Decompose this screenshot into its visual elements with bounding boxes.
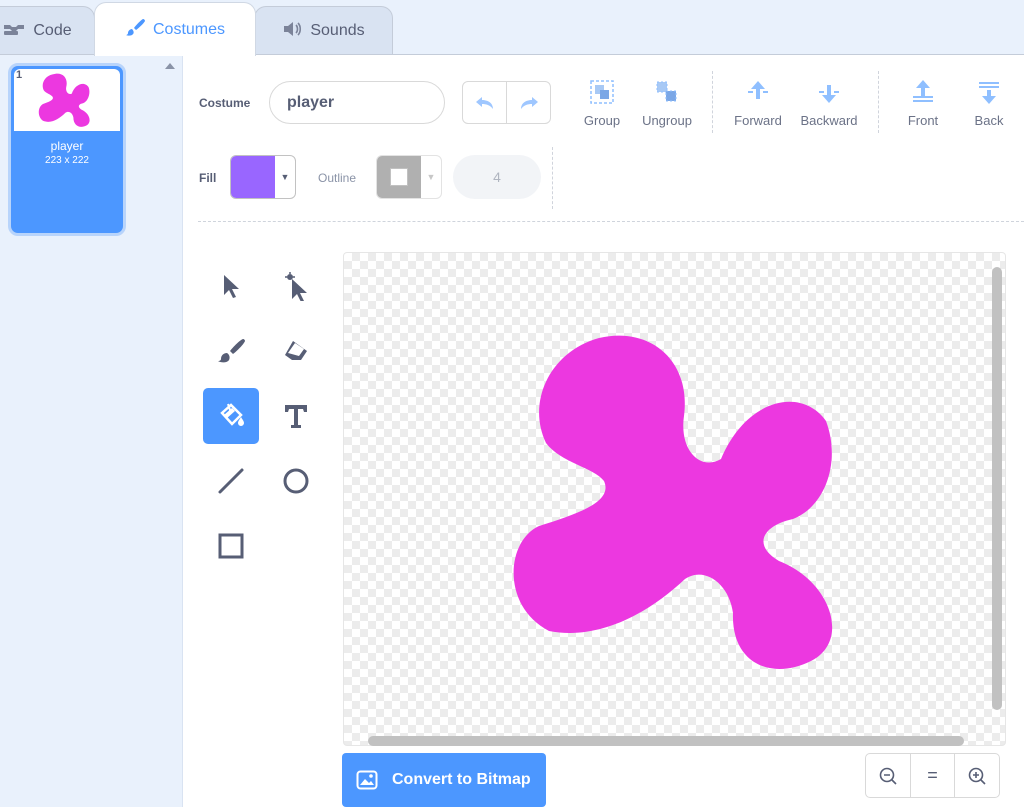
zoom-reset-button[interactable]: = <box>909 754 955 797</box>
select-arrow-icon <box>224 275 239 298</box>
costume-name-input[interactable]: player <box>269 81 445 124</box>
costume-list: 1 player 223 x 222 <box>0 55 158 807</box>
front-icon <box>913 80 933 102</box>
reshape-icon <box>285 272 307 301</box>
group-icon <box>590 80 614 104</box>
ungroup-label: Ungroup <box>642 113 692 128</box>
canvas-vertical-scrollbar[interactable] <box>992 267 1002 710</box>
tab-sounds[interactable]: Sounds <box>254 6 393 55</box>
back-icon <box>979 82 999 104</box>
zoom-out-button[interactable] <box>866 754 910 797</box>
fill-color-picker[interactable]: ▼ <box>230 155 296 199</box>
zoom-in-button[interactable] <box>954 754 999 797</box>
tab-sounds-label: Sounds <box>310 22 365 39</box>
fill-label: Fill <box>199 171 217 185</box>
convert-to-bitmap-label: Convert to Bitmap <box>392 771 531 788</box>
speaker-icon <box>282 21 302 42</box>
canvas-horizontal-scrollbar[interactable] <box>368 736 964 746</box>
tool-line[interactable] <box>203 453 259 509</box>
backward-icon <box>819 85 839 103</box>
tool-brush[interactable] <box>203 323 259 379</box>
ungroup-icon <box>656 81 677 102</box>
line-icon <box>218 468 244 494</box>
tab-costumes-label: Costumes <box>152 20 226 38</box>
forward-icon <box>748 81 768 99</box>
tool-eraser[interactable] <box>268 323 324 379</box>
rectangle-icon <box>218 533 244 559</box>
tool-circle[interactable] <box>268 453 324 509</box>
circle-icon <box>283 468 309 494</box>
front-label: Front <box>907 113 939 128</box>
zoom-in-icon <box>968 767 986 785</box>
redo-icon <box>520 96 538 109</box>
paint-canvas[interactable] <box>343 252 1006 746</box>
tool-reshape[interactable] <box>268 258 324 314</box>
costume-thumbnail-shape <box>38 73 90 127</box>
outline-label: Outline <box>318 171 357 185</box>
chevron-down-icon: ▼ <box>426 172 436 182</box>
costume-size: 223 x 222 <box>45 155 89 166</box>
backward-label: Backward <box>800 113 858 128</box>
outline-color-picker[interactable]: ▼ <box>376 155 442 199</box>
toolbar-separator <box>552 147 553 209</box>
scroll-up-icon[interactable] <box>165 63 175 69</box>
backward-button[interactable]: Backward <box>797 77 861 128</box>
fill-color-swatch <box>231 156 275 198</box>
group-label: Group <box>583 113 621 128</box>
paintbrush-icon <box>125 17 145 42</box>
costume-item[interactable]: 1 player 223 x 222 <box>8 63 126 236</box>
outline-width-input[interactable]: 4 <box>453 155 541 199</box>
tool-select[interactable] <box>203 258 259 314</box>
paint-bucket-icon <box>220 403 244 426</box>
undo-icon <box>475 96 493 109</box>
tab-costumes[interactable]: Costumes <box>94 2 256 56</box>
tab-bar: Code Costumes Sounds <box>0 0 1024 56</box>
toolbar-divider <box>198 221 1024 222</box>
text-icon <box>285 405 307 428</box>
front-button[interactable]: Front <box>901 77 945 128</box>
costume-name: player <box>50 139 84 153</box>
tool-text[interactable] <box>268 388 324 444</box>
back-label: Back <box>974 113 1004 128</box>
forward-button[interactable]: Forward <box>730 77 786 128</box>
image-icon <box>356 770 378 790</box>
undo-button[interactable] <box>463 82 506 123</box>
costume-thumbnail <box>14 69 120 131</box>
group-button[interactable]: Group <box>582 77 622 128</box>
costume-label: Costume <box>199 96 251 110</box>
zoom-out-icon <box>879 767 897 785</box>
toolbar-separator <box>712 71 713 133</box>
chevron-down-icon: ▼ <box>280 172 290 182</box>
zoom-controls: = <box>865 753 1000 798</box>
costume-list-scrollbar[interactable] <box>158 55 183 807</box>
back-button[interactable]: Back <box>969 77 1009 128</box>
tab-code[interactable]: Code <box>0 6 95 55</box>
tab-code-label: Code <box>33 22 72 39</box>
costume-number: 1 <box>16 69 23 81</box>
eraser-icon <box>285 341 307 360</box>
forward-label: Forward <box>734 113 782 128</box>
brush-icon <box>218 339 245 363</box>
redo-button[interactable] <box>506 82 550 123</box>
toolbar-separator <box>878 71 879 133</box>
tool-rectangle[interactable] <box>203 518 259 574</box>
costume-shape[interactable] <box>344 253 1006 746</box>
code-blocks-icon <box>3 22 25 41</box>
undo-redo-group <box>462 81 551 124</box>
ungroup-button[interactable]: Ungroup <box>639 77 695 128</box>
paint-editor: Costume player Group Ungroup Forward Bac… <box>183 55 1024 807</box>
zoom-reset-label: = <box>927 765 938 785</box>
outline-color-swatch <box>377 156 421 198</box>
convert-to-bitmap-button[interactable]: Convert to Bitmap <box>342 753 546 807</box>
tool-fill[interactable] <box>203 388 259 444</box>
